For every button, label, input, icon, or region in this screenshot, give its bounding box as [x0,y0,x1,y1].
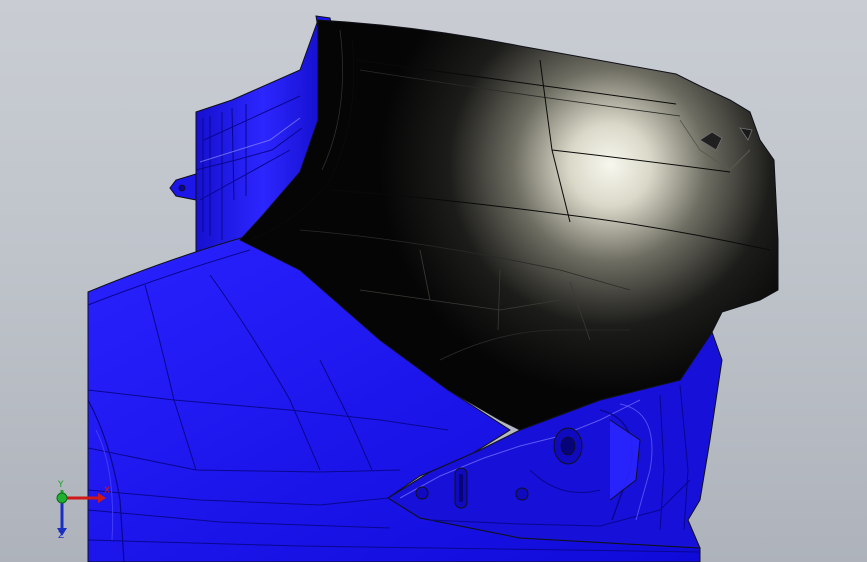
view-orientation-triad: X Y Z [48,480,118,546]
axis-y-label: Y [58,480,64,490]
axis-z-label: Z [58,531,65,541]
cad-model[interactable] [0,0,867,562]
graphics-viewport[interactable]: X Y Z [0,0,867,562]
axis-x-label: X [104,486,111,496]
